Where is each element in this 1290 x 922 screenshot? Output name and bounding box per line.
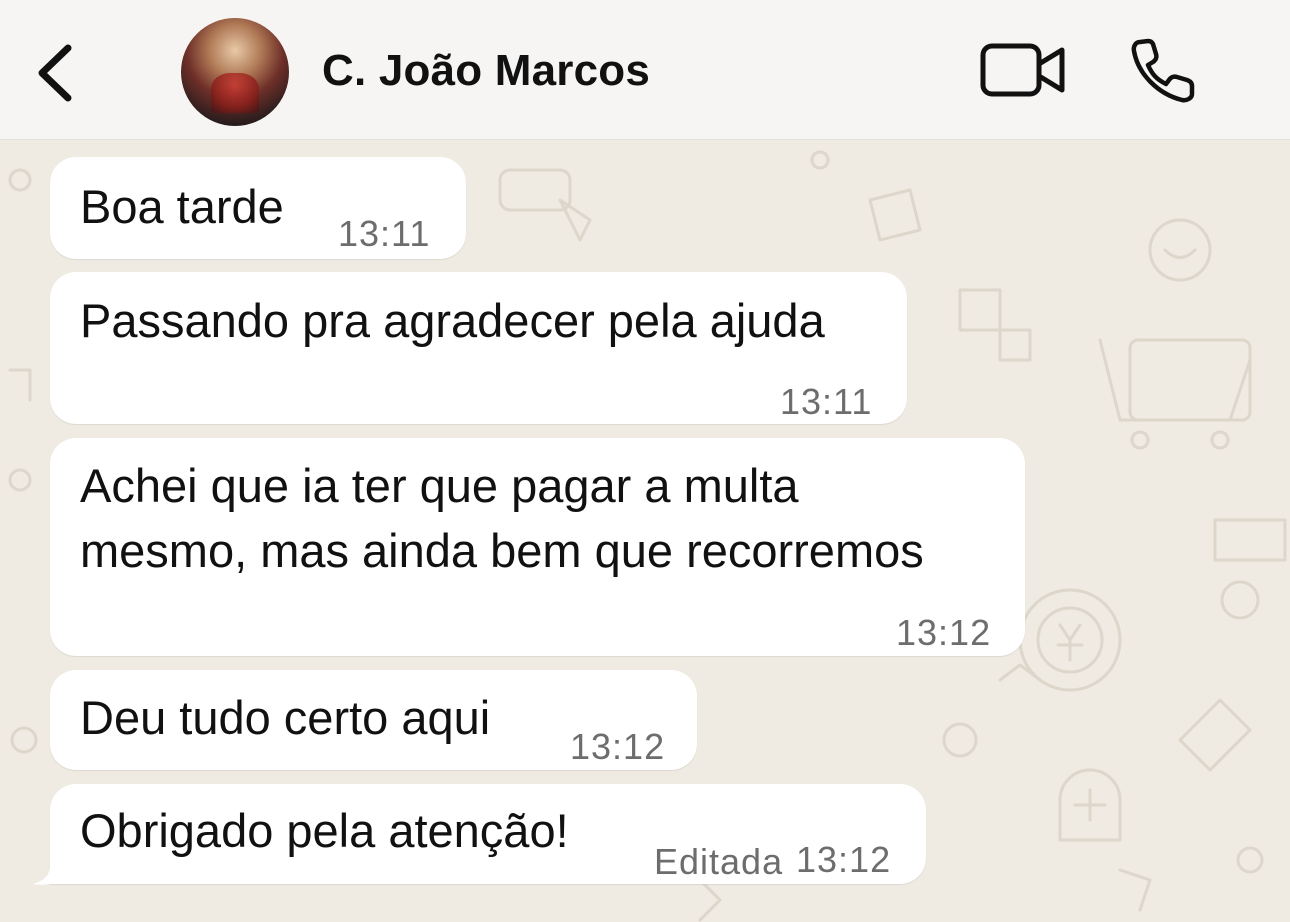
message-bubble[interactable]: Deu tudo certo aqui 13:12	[50, 670, 697, 770]
message-time: 13:11	[338, 213, 431, 254]
message-text: Passando pra agradecer pela ajuda	[80, 294, 825, 347]
video-camera-icon[interactable]	[978, 38, 1068, 102]
chat-header: C. João Marcos	[0, 0, 1290, 140]
avatar[interactable]	[181, 18, 289, 126]
message-text: Boa tarde	[80, 180, 284, 233]
message-text-line: Achei que ia ter que pagar a multa	[80, 459, 799, 512]
message-text: Deu tudo certo aqui	[80, 691, 491, 744]
edited-label: Editada	[654, 841, 784, 882]
message-time: 13:11	[780, 381, 873, 422]
phone-icon[interactable]	[1128, 34, 1200, 106]
message-bubble[interactable]: Passando pra agradecer pela ajuda 13:11	[50, 272, 907, 424]
message-bubble[interactable]: Boa tarde 13:11	[50, 157, 466, 259]
message-time: 13:12	[796, 839, 892, 880]
message-text-line: mesmo, mas ainda bem que recorremos	[80, 524, 924, 577]
message-time: 13:12	[570, 726, 666, 767]
message-time: 13:12	[896, 612, 992, 653]
message-bubble[interactable]: Achei que ia ter que pagar a multa mesmo…	[50, 438, 1025, 656]
message-bubble[interactable]: Obrigado pela atenção! Editada 13:12	[50, 784, 926, 884]
chevron-left-icon[interactable]	[30, 38, 86, 108]
bubble-tail	[32, 852, 70, 885]
message-text: Obrigado pela atenção!	[80, 804, 569, 857]
contact-name[interactable]: C. João Marcos	[322, 46, 650, 96]
